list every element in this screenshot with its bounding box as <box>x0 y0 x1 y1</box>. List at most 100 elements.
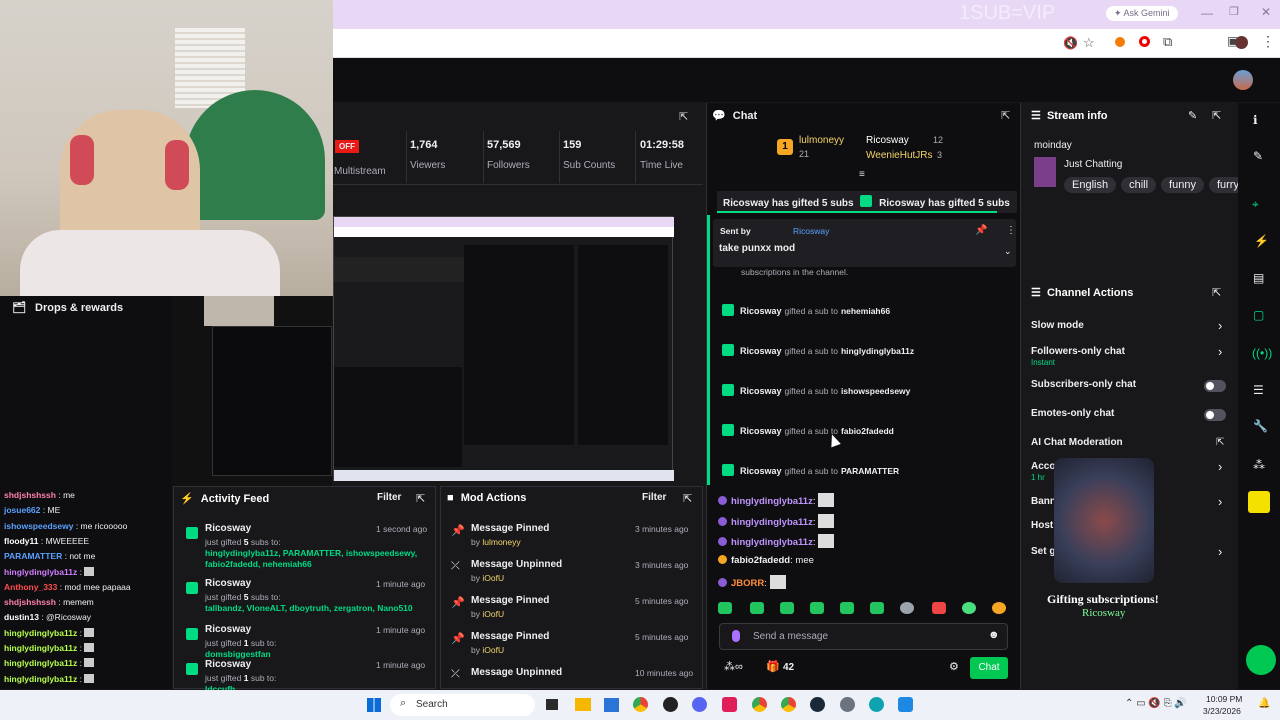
chevron-right-icon[interactable]: › <box>1218 544 1222 559</box>
emote-icon[interactable] <box>718 602 732 614</box>
chrome-icon[interactable] <box>633 697 648 712</box>
tag[interactable]: English <box>1064 177 1117 193</box>
expand-icon[interactable]: ⇱ <box>1212 109 1221 122</box>
gifter-name[interactable]: Ricosway <box>740 426 782 436</box>
expand-icon[interactable]: ⇱ <box>1212 286 1221 299</box>
chat-username[interactable]: Anthony_333 <box>4 582 57 592</box>
broadcast-icon[interactable]: ((•)) <box>1252 346 1272 360</box>
taskbar-search[interactable]: ⌕ Search <box>390 694 535 716</box>
chat-username[interactable]: PARAMATTER <box>4 551 62 561</box>
feed-user[interactable]: Ricosway <box>205 578 251 589</box>
chevron-right-icon[interactable]: › <box>1218 459 1222 474</box>
feed-user[interactable]: Ricosway <box>205 659 251 670</box>
people-icon[interactable]: ⁂ <box>1253 458 1265 472</box>
expand-icon[interactable]: ⇱ <box>1001 109 1010 122</box>
chevron-right-icon[interactable]: › <box>1218 494 1222 509</box>
expand-icon[interactable]: ⇱ <box>683 492 692 505</box>
gift-recipient[interactable]: ishowspeedsewy <box>841 386 910 396</box>
chevron-down-icon[interactable]: ⌄ <box>1004 246 1012 257</box>
toggle-switch[interactable] <box>1204 380 1226 392</box>
emote-icon[interactable] <box>780 602 794 614</box>
wrench-icon[interactable]: 🔧 <box>1253 419 1268 433</box>
emote-icon[interactable] <box>870 602 884 614</box>
mute-icon[interactable]: 🔇 <box>1063 36 1078 50</box>
tag[interactable]: funny <box>1161 177 1204 193</box>
chat-username[interactable]: hinglydinglyba11z <box>731 517 813 528</box>
mod-action-item[interactable]: 📌 Message Pinned 5 minutes ago by iOofU <box>441 631 702 661</box>
menu-icon[interactable]: ⋮ <box>1261 33 1275 50</box>
task-view-icon[interactable] <box>546 699 558 710</box>
extension-icon[interactable] <box>1115 37 1125 47</box>
mic-icon[interactable] <box>732 630 740 642</box>
emote-icon[interactable] <box>750 602 764 614</box>
toggle-switch[interactable] <box>1204 409 1226 421</box>
file-explorer-icon[interactable] <box>575 698 591 711</box>
chat-username[interactable]: hinglydinglyba11z <box>731 496 813 507</box>
pinned-user[interactable]: Ricosway <box>793 226 829 236</box>
more-icon[interactable]: ⋮ <box>1006 225 1016 236</box>
tag[interactable]: chill <box>1121 177 1157 193</box>
filter-button[interactable]: Filter <box>642 492 666 503</box>
chat-username[interactable]: JBORR <box>731 578 764 589</box>
app-icon[interactable] <box>722 697 737 712</box>
gifter-name[interactable]: Ricosway <box>740 306 782 316</box>
windows-start-icon[interactable] <box>367 698 381 712</box>
chat-username[interactable]: dustin13 <box>4 612 39 622</box>
chat-username[interactable]: shdjshshssh <box>4 597 56 607</box>
gift-icon[interactable]: 🎁 <box>766 660 780 673</box>
emote-icon[interactable] <box>962 602 976 614</box>
external-link-icon[interactable]: ⇱ <box>1216 437 1224 448</box>
list-icon[interactable]: ☰ <box>1253 383 1264 397</box>
edit-icon[interactable]: ✎ <box>1188 109 1197 122</box>
gift-recipient[interactable]: fabio2fadedd <box>841 426 894 436</box>
channel-action-item[interactable]: Subscribers-only chat <box>1024 379 1235 401</box>
star-icon[interactable]: ☆ <box>1083 35 1095 51</box>
leader-name[interactable]: lulmoneyy <box>799 135 844 146</box>
chevron-right-icon[interactable]: › <box>1218 318 1222 333</box>
chat-username[interactable]: josue662 <box>4 505 40 515</box>
chat-username[interactable]: ishowspeedsewy <box>4 521 73 531</box>
emote-icon[interactable] <box>932 602 946 614</box>
chat-username[interactable]: hinglydinglyba11z <box>4 674 77 684</box>
edge-icon[interactable] <box>869 697 884 712</box>
notification-icon[interactable]: 🔔 <box>1258 698 1270 709</box>
ticket-icon[interactable] <box>1248 491 1270 513</box>
gear-icon[interactable]: ⚙ <box>949 660 959 673</box>
multistream-label[interactable]: Multistream <box>334 166 386 177</box>
emote-icon[interactable] <box>900 602 914 614</box>
settings-icon[interactable] <box>840 697 855 712</box>
mod-action-item[interactable]: 📌 Message Pinned 3 minutes ago by lulmoneyy <box>441 523 702 553</box>
gifter-name[interactable]: Ricosway <box>740 466 782 476</box>
gifter-name[interactable]: Ricosway <box>740 346 782 356</box>
chat-send-button[interactable]: Chat <box>970 657 1008 679</box>
pin-icon[interactable]: 📌 <box>975 225 987 236</box>
channel-action-item[interactable]: AI Chat Moderation ⇱ <box>1024 437 1235 459</box>
filter-button[interactable]: Filter <box>377 492 401 503</box>
camera-icon[interactable]: ⌖ <box>1252 197 1259 212</box>
opera-icon[interactable] <box>1139 36 1150 47</box>
gift-recipient[interactable]: PARAMATTER <box>841 466 899 476</box>
emote-icon[interactable] <box>810 602 824 614</box>
gifter-name[interactable]: Ricosway <box>740 386 782 396</box>
pen-icon[interactable]: ✎ <box>1253 149 1263 163</box>
mod-user[interactable]: iOofU <box>482 645 504 655</box>
chat-username[interactable]: hinglydinglyba11z <box>4 567 77 577</box>
clock-date[interactable]: 3/23/2026 <box>1203 706 1241 716</box>
expand-icon[interactable]: ⇱ <box>416 492 425 505</box>
chat-username[interactable]: hinglydinglyba11z <box>731 537 813 548</box>
close-icon[interactable]: ✕ <box>1261 5 1271 19</box>
feed-user[interactable]: Ricosway <box>205 624 251 635</box>
restore-icon[interactable]: ❐ <box>1229 5 1239 18</box>
puzzle-icon[interactable]: ⧉ <box>1163 34 1172 50</box>
chrome-icon[interactable] <box>781 697 796 712</box>
channel-action-item[interactable]: Emotes-only chat <box>1024 408 1235 430</box>
chat-username[interactable]: hinglydinglyba11z <box>4 643 77 653</box>
clock-time[interactable]: 10:09 PM <box>1206 694 1242 704</box>
document-icon[interactable]: ▤ <box>1253 271 1264 285</box>
leader-name[interactable]: WeenieHutJRs <box>866 150 933 161</box>
expand-icon[interactable]: ⇱ <box>679 110 688 123</box>
minimize-icon[interactable]: — <box>1201 6 1213 20</box>
chat-icon[interactable]: ▢ <box>1253 308 1264 322</box>
category-name[interactable]: Just Chatting <box>1064 159 1122 170</box>
activity-feed-item[interactable]: Ricosway 1 minute ago just gifted 5 subs t… <box>174 578 435 628</box>
